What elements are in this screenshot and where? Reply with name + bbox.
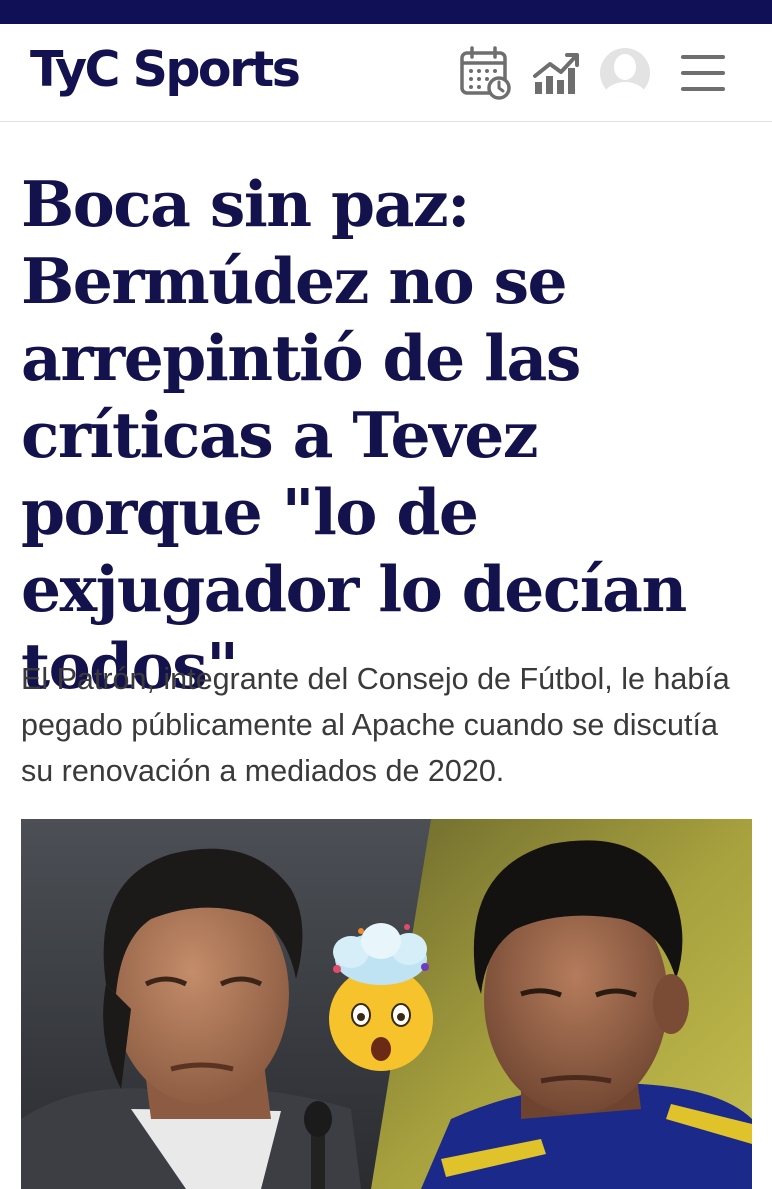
- exploding-head-emoji: [329, 923, 433, 1071]
- top-status-band: [0, 0, 772, 24]
- article-headline: Boca sin paz: Bermúdez no se arrepintió …: [21, 167, 687, 703]
- tyc-sports-logo[interactable]: TyC Sports: [30, 38, 301, 102]
- site-header: TyC Sports: [0, 24, 772, 122]
- calendar-icon[interactable]: [458, 46, 512, 100]
- article-hero-image[interactable]: [21, 819, 752, 1189]
- article-summary: El Patrón, integrante del Consejo de Fút…: [21, 662, 730, 788]
- menu-icon[interactable]: [676, 46, 730, 100]
- stats-icon[interactable]: [530, 46, 584, 100]
- user-avatar-icon[interactable]: [598, 46, 652, 100]
